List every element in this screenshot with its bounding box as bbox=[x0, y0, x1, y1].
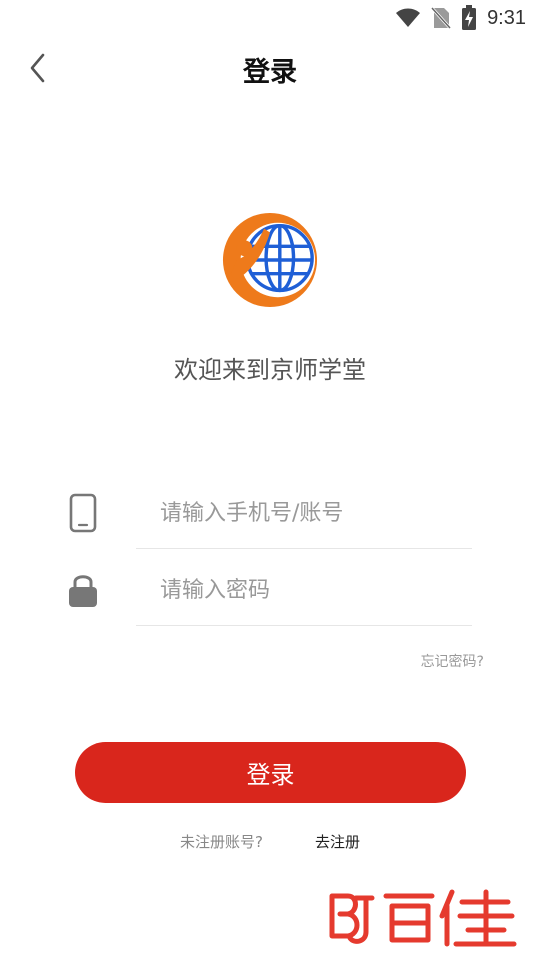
header: 登录 bbox=[0, 36, 540, 100]
password-divider bbox=[136, 625, 472, 626]
watermark-logo bbox=[329, 889, 517, 947]
wifi-icon bbox=[396, 8, 421, 27]
password-input[interactable] bbox=[160, 572, 470, 608]
phone-field bbox=[0, 475, 540, 553]
no-sim-icon bbox=[431, 6, 452, 30]
phone-divider bbox=[136, 548, 472, 549]
lock-icon bbox=[69, 575, 97, 607]
login-button[interactable]: 登录 bbox=[75, 742, 466, 803]
phone-icon bbox=[69, 493, 97, 533]
battery-charging-icon bbox=[462, 5, 477, 30]
welcome-text: 欢迎来到京师学堂 bbox=[174, 356, 366, 384]
app-logo bbox=[222, 212, 318, 308]
register-row: 未注册账号? 去注册 bbox=[0, 831, 540, 852]
login-button-label: 登录 bbox=[246, 761, 295, 789]
not-registered-text: 未注册账号? bbox=[180, 833, 263, 851]
password-field bbox=[0, 552, 540, 630]
status-time: 9:31 bbox=[487, 6, 526, 29]
register-link[interactable]: 去注册 bbox=[315, 831, 360, 852]
phone-input[interactable] bbox=[160, 495, 470, 531]
page-title: 登录 bbox=[243, 57, 297, 88]
status-icons: 9:31 bbox=[395, 5, 526, 31]
forgot-password-link[interactable]: 忘记密码? bbox=[421, 651, 484, 671]
status-bar: 9:31 bbox=[0, 0, 540, 36]
